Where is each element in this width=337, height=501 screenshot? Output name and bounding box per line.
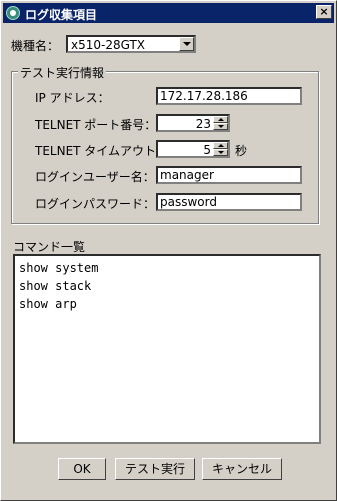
command-line: show arp xyxy=(19,297,77,311)
ok-button[interactable]: OK xyxy=(58,458,106,480)
model-select-value: x510-28GTX xyxy=(71,38,146,52)
login-password-label: ログインパスワード： xyxy=(35,197,156,211)
chevron-down-icon[interactable] xyxy=(179,37,194,51)
title-bar[interactable]: ログ収集項目 × xyxy=(3,3,334,23)
telnet-port-spin-buttons xyxy=(213,116,228,130)
login-user-label: ログインユーザー名： xyxy=(35,170,155,184)
command-line: show stack xyxy=(19,279,92,293)
spin-up-icon[interactable] xyxy=(213,116,228,123)
timeout-unit: 秒 xyxy=(235,144,248,158)
cancel-button[interactable]: キャンセル xyxy=(202,458,282,480)
ip-label: IP アドレス： xyxy=(35,91,110,105)
ip-input[interactable]: 172.17.28.186 xyxy=(156,87,302,105)
test-info-legend: テスト実行情報 xyxy=(18,64,107,81)
telnet-port-label: TELNET ポート番号： xyxy=(35,118,157,132)
app-icon xyxy=(6,6,20,20)
command-list-textarea[interactable]: show system show stack show arp xyxy=(13,254,321,444)
spin-down-icon[interactable] xyxy=(213,123,228,130)
timeout-spin-buttons xyxy=(213,142,228,156)
command-list-label: コマンド一覧 xyxy=(13,240,86,254)
telnet-port-stepper[interactable]: 23 xyxy=(156,114,230,132)
command-line: show system xyxy=(19,261,99,275)
window-title: ログ収集項目 xyxy=(25,8,98,22)
telnet-port-value: 23 xyxy=(195,117,211,131)
login-password-input[interactable]: password xyxy=(156,193,302,211)
timeout-value: 5 xyxy=(203,143,211,157)
dialog-window: ログ収集項目 × 機種名： x510-28GTX テスト実行情報 IP アドレス… xyxy=(0,0,337,501)
spin-down-icon[interactable] xyxy=(213,149,228,156)
spin-up-icon[interactable] xyxy=(213,142,228,149)
timeout-stepper[interactable]: 5 xyxy=(156,140,230,158)
test-run-button[interactable]: テスト実行 xyxy=(115,458,195,480)
model-label: 機種名： xyxy=(11,39,60,53)
model-select[interactable]: x510-28GTX xyxy=(66,35,196,53)
login-user-input[interactable]: manager xyxy=(156,166,302,184)
close-button[interactable]: × xyxy=(316,5,332,19)
